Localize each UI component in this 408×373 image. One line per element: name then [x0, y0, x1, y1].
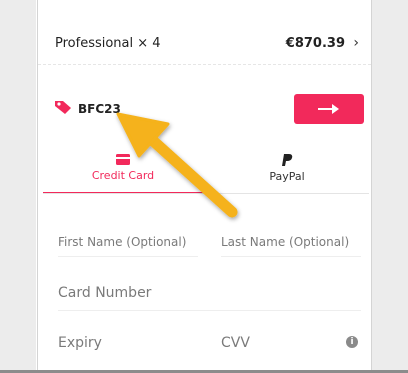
checkout-screenshot: Professional × 4 €870.39 › BFC23 Credit …: [0, 0, 408, 373]
expiry-field[interactable]: Expiry: [58, 335, 102, 351]
info-icon[interactable]: i: [346, 336, 358, 348]
credit-card-icon: [116, 154, 130, 165]
apply-coupon-button[interactable]: [294, 94, 364, 124]
tab-credit-card[interactable]: Credit Card: [43, 152, 203, 194]
product-name: Professional × 4: [55, 36, 161, 51]
order-total: €870.39: [285, 36, 345, 51]
first-name-field[interactable]: First Name (Optional): [58, 235, 186, 249]
coupon-code-field[interactable]: BFC23: [78, 102, 121, 116]
tab-paypal[interactable]: PayPal: [207, 152, 367, 192]
coupon-section: BFC23: [38, 65, 371, 145]
arrow-right-icon: [318, 104, 339, 114]
last-name-underline: [221, 256, 361, 257]
right-background: [372, 0, 408, 373]
cvv-field[interactable]: CVV: [221, 335, 250, 351]
paypal-icon: [281, 154, 292, 166]
tab-label: Credit Card: [91, 169, 155, 182]
tab-label: PayPal: [269, 170, 305, 183]
tag-icon: [54, 99, 72, 115]
panel-border-right: [371, 0, 372, 373]
chevron-right-icon[interactable]: ›: [353, 35, 359, 51]
card-number-field[interactable]: Card Number: [58, 285, 151, 301]
first-name-underline: [58, 256, 198, 257]
last-name-field[interactable]: Last Name (Optional): [221, 235, 349, 249]
tab-divider: [43, 193, 369, 194]
left-background: [0, 0, 36, 373]
card-number-underline: [58, 310, 361, 311]
order-summary-row[interactable]: Professional × 4 €870.39 ›: [38, 0, 371, 65]
